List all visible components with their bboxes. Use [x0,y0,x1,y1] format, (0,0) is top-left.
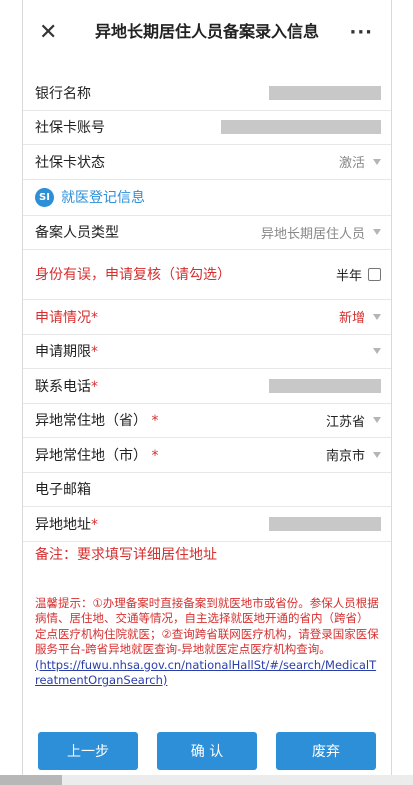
tips-text: 温馨提示：①办理备案时直接备案到就医地市或省份。参保人员根据病情、居住地、交通等… [35,595,379,657]
apply-status-label: 申请情况* [35,309,98,326]
masked-value [221,120,381,135]
more-options-icon[interactable]: ··· [349,22,373,43]
person-type-row[interactable]: 备案人员类型 异地长期居住人员 [23,216,391,250]
card-number-row: 社保卡账号 [23,111,391,145]
address-label: 异地地址* [35,516,98,533]
card-number-label: 社保卡账号 [35,120,105,137]
action-bar: 上一步 确 认 废弃 [23,732,391,770]
chevron-down-icon [373,313,381,320]
chevron-down-icon [373,229,381,236]
card-status-value: 激活 [338,156,365,172]
identity-review-label: 身份有误，申请复核（请勾选） [35,266,231,283]
apply-status-select[interactable]: 新增 [339,307,381,326]
identity-review-row: 身份有误，申请复核（请勾选） 半年 [23,250,391,300]
apply-period-select[interactable] [365,348,381,355]
city-label: 异地常住地（市） * [35,447,159,464]
scrolled-partial-row: — [23,54,391,62]
person-type-value: 异地长期居住人员 [260,226,365,242]
social-insurance-icon: SI [35,187,54,207]
city-value: 南京市 [325,449,365,465]
province-row[interactable]: 异地常住地（省） * 江苏省 [23,404,391,438]
province-select[interactable]: 江苏省 [326,411,381,430]
prev-step-button[interactable]: 上一步 [38,732,138,770]
chevron-down-icon [373,451,381,458]
chevron-down-icon [373,158,381,165]
card-status-row[interactable]: 社保卡状态 激活 [23,145,391,180]
title-bar: ✕ 异地长期居住人员备案录入信息 ··· [23,0,391,60]
city-select[interactable]: 南京市 [326,445,381,464]
scrollbar-thumb[interactable] [0,775,62,785]
address-row[interactable]: 异地地址* [23,507,391,542]
phone-row[interactable]: 联系电话* [23,369,391,404]
bank-name-label: 银行名称 [35,85,91,102]
masked-value [269,516,381,531]
apply-period-row[interactable]: 申请期限* [23,335,391,369]
address-note: 备注：要求填写详细居住地址 [23,542,391,592]
card-status-label: 社保卡状态 [35,154,105,171]
organ-search-link[interactable]: (https://fuwu.nhsa.gov.cn/nationalHallSt… [35,658,379,689]
apply-status-value: 新增 [338,311,365,327]
bank-name-value [269,85,381,100]
confirm-button[interactable]: 确 认 [157,732,257,770]
close-icon[interactable]: ✕ [39,22,57,44]
address-input[interactable] [269,516,381,531]
email-row[interactable]: 电子邮箱 [23,473,391,507]
person-type-label: 备案人员类型 [35,225,119,242]
tips-block: 温馨提示：①办理备案时直接备案到就医地市或省份。参保人员根据病情、居住地、交通等… [23,592,391,689]
bottom-scrollbar[interactable] [0,775,413,785]
masked-value [269,85,381,100]
chevron-down-icon [373,348,381,355]
apply-period-label: 申请期限* [35,344,98,361]
province-label: 异地常住地（省） * [35,413,159,430]
bank-name-row: 银行名称 [23,76,391,111]
section-title: 就医登记信息 [61,190,145,206]
city-row[interactable]: 异地常住地（市） * 南京市 [23,438,391,473]
half-year-label: 半年 [335,269,362,284]
half-year-checkbox[interactable] [368,268,381,281]
discard-button[interactable]: 废弃 [276,732,376,770]
card-status-select[interactable]: 激活 [339,152,381,171]
address-note-text: 备注：要求填写详细居住地址 [35,546,217,563]
chevron-down-icon [373,417,381,424]
form: 银行名称 社保卡账号 社保卡状态 激活 SI 就医登记信息 备案人员类型 异地长… [23,76,391,689]
email-label: 电子邮箱 [35,482,91,499]
page-title: 异地长期居住人员备案录入信息 [94,22,319,41]
card-number-value [221,120,381,135]
half-year-option[interactable]: 半年 [336,265,381,284]
section-header: SI 就医登记信息 [23,180,391,216]
province-value: 江苏省 [325,414,365,430]
phone-input[interactable] [269,378,381,393]
person-type-select[interactable]: 异地长期居住人员 [261,223,381,242]
phone-label: 联系电话* [35,378,98,395]
app-screen: ✕ 异地长期居住人员备案录入信息 ··· — 银行名称 社保卡账号 社保卡状态 … [22,0,392,775]
apply-status-row[interactable]: 申请情况* 新增 [23,300,391,335]
masked-value [269,378,381,393]
